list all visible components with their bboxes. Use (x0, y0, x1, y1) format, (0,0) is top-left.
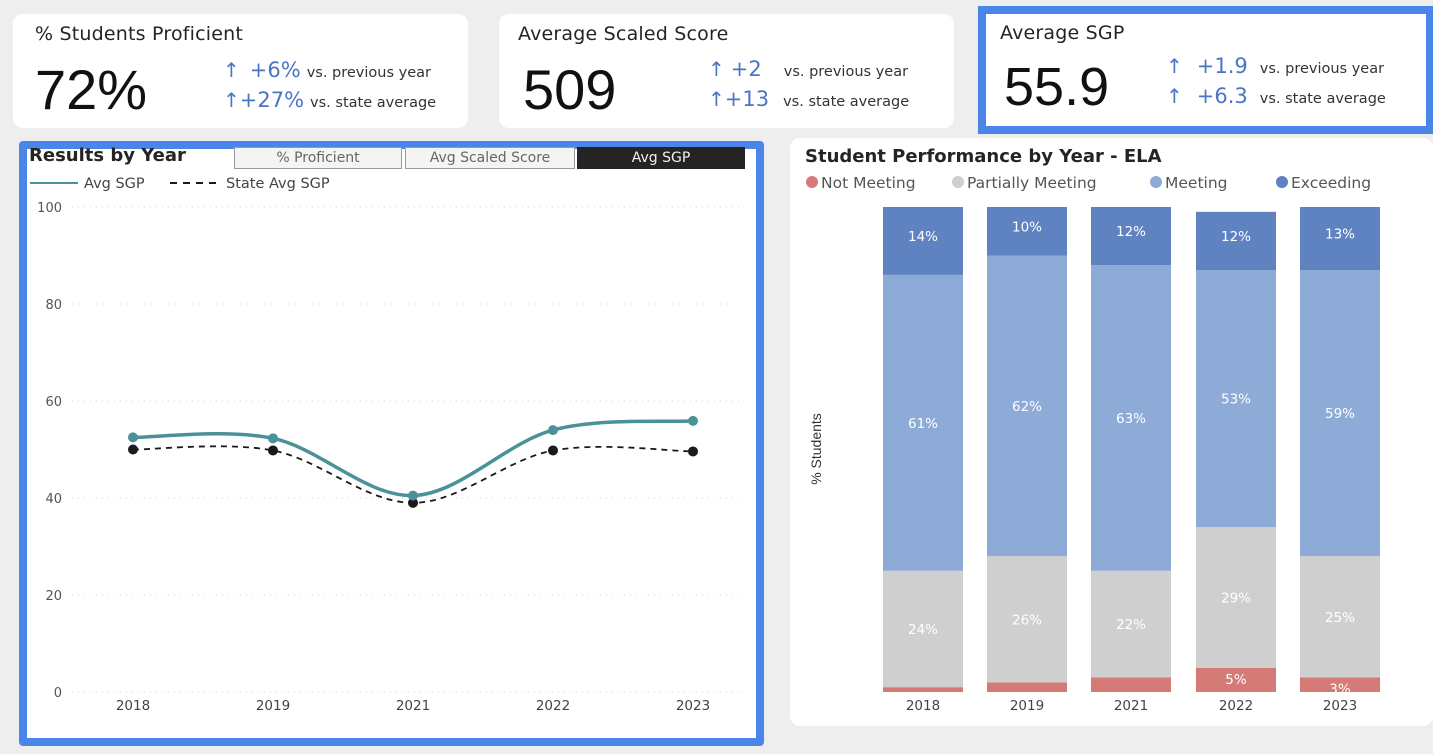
charts-layer: Results by Year Avg SGP State Avg SGP 0 20 40… (29, 145, 1380, 714)
legend-dot (1276, 176, 1288, 188)
y-tick-label: 60 (45, 395, 62, 410)
data-label: 3% (1329, 681, 1351, 697)
data-label: 13% (1325, 227, 1355, 243)
legend-dot (952, 176, 964, 188)
chart-title: Student Performance by Year - ELA (805, 146, 1162, 167)
y-tick-label: 100 (37, 201, 62, 216)
x-tick-label: 2022 (1219, 698, 1253, 714)
legend-label: Not Meeting (821, 174, 916, 192)
x-tick-label: 2018 (906, 698, 940, 714)
data-point-avg-sgp (268, 433, 278, 444)
data-label: 25% (1325, 610, 1355, 626)
y-axis-label: % Students (808, 413, 824, 485)
data-label: 59% (1325, 406, 1355, 422)
legend-dot (1150, 176, 1162, 188)
data-label: 61% (908, 416, 938, 432)
bar-segment (883, 687, 963, 692)
data-point-state-avg-sgp (268, 445, 278, 456)
x-tick-label: 2021 (396, 698, 430, 714)
y-tick-label: 40 (45, 492, 62, 507)
data-label: 12% (1221, 229, 1251, 245)
legend-label: Avg SGP (84, 176, 145, 192)
data-label: 5% (1225, 672, 1247, 688)
legend-label: Meeting (1165, 174, 1228, 192)
bar-segment (1091, 677, 1171, 692)
data-label: 26% (1012, 612, 1042, 628)
legend-dot (806, 176, 818, 188)
x-tick-label: 2019 (256, 698, 290, 714)
legend-label: State Avg SGP (226, 176, 330, 192)
data-point-state-avg-sgp (128, 444, 138, 455)
x-tick-label: 2022 (536, 698, 570, 714)
x-tick-label: 2018 (116, 698, 150, 714)
data-label: 63% (1116, 411, 1146, 427)
data-point-state-avg-sgp (548, 445, 558, 456)
data-point-avg-sgp (408, 490, 418, 501)
y-tick-label: 80 (45, 298, 62, 313)
data-label: 14% (908, 229, 938, 245)
y-tick-label: 20 (45, 589, 62, 604)
x-tick-label: 2021 (1114, 698, 1148, 714)
data-label: 22% (1116, 617, 1146, 633)
data-point-avg-sgp (548, 425, 558, 436)
data-point-state-avg-sgp (688, 446, 698, 457)
data-label: 12% (1116, 224, 1146, 240)
data-label: 29% (1221, 590, 1251, 606)
y-tick-label: 0 (54, 686, 62, 701)
chart-title: Results by Year (29, 145, 186, 166)
data-point-avg-sgp (688, 415, 698, 426)
data-label: 53% (1221, 392, 1251, 408)
x-tick-label: 2019 (1010, 698, 1044, 714)
data-label: 62% (1012, 399, 1042, 415)
series-line-avg-sgp (132, 419, 694, 498)
legend-label: Partially Meeting (967, 174, 1097, 192)
data-point-avg-sgp (128, 432, 138, 443)
data-label: 10% (1012, 219, 1042, 235)
x-tick-label: 2023 (1323, 698, 1357, 714)
data-label: 24% (908, 622, 938, 638)
legend-label: Exceeding (1291, 174, 1371, 192)
x-tick-label: 2023 (676, 698, 710, 714)
bar-segment (987, 682, 1067, 692)
